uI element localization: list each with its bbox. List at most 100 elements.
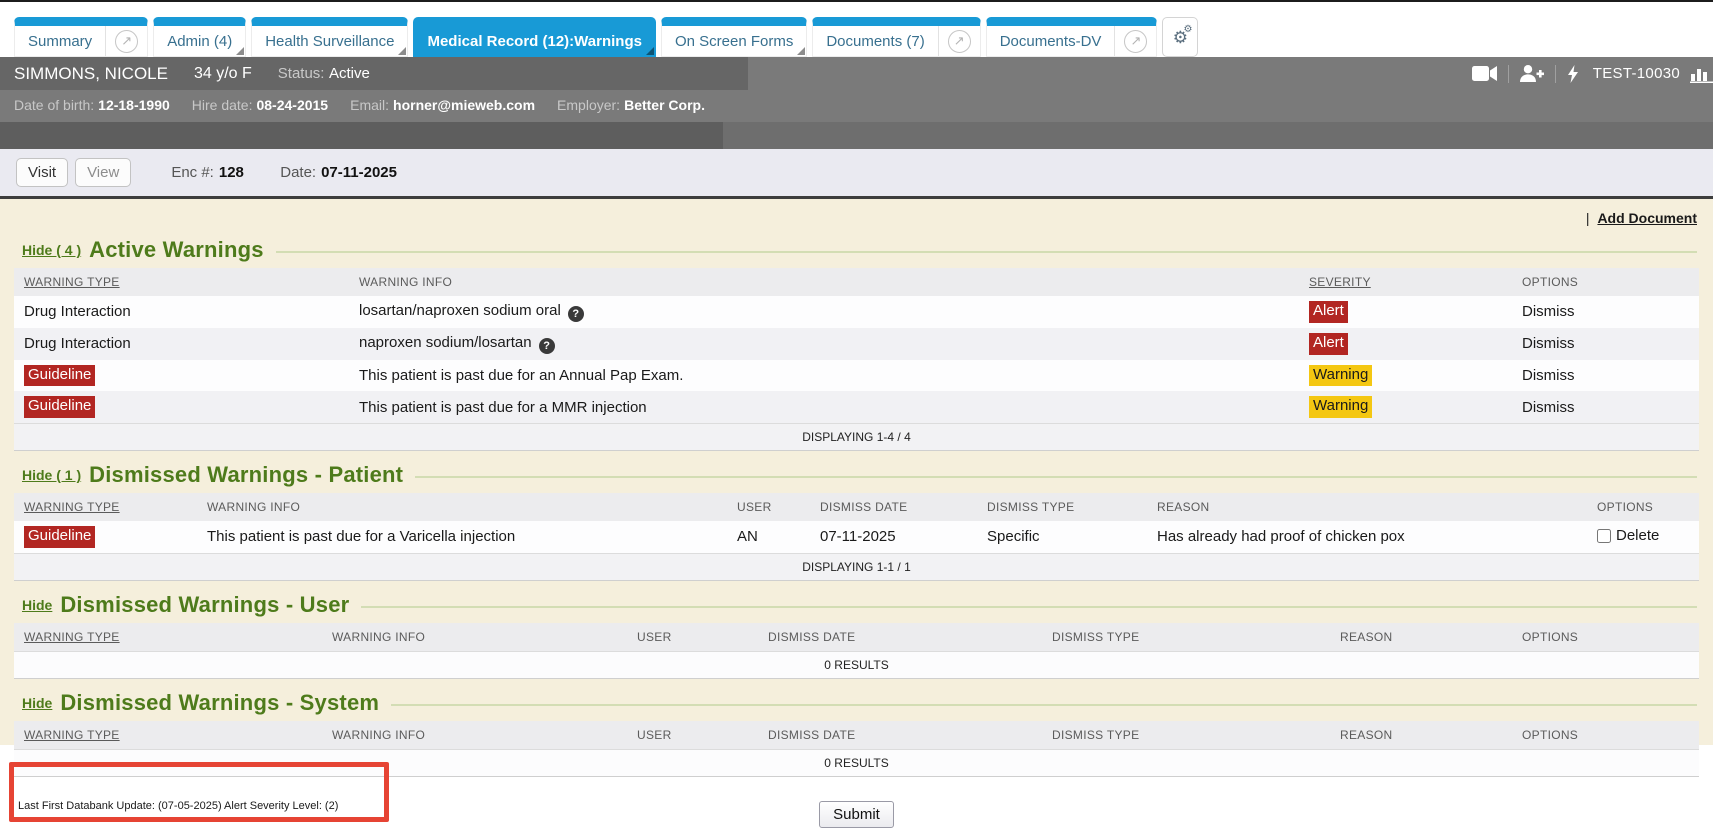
- dismiss-link[interactable]: Dismiss: [1522, 335, 1575, 352]
- dismiss-link[interactable]: Dismiss: [1522, 399, 1575, 416]
- hide-dismissed-user-link[interactable]: Hide: [22, 597, 52, 613]
- patient-header: SIMMONS, NICOLE 34 y/o F Status: Active: [0, 57, 1713, 149]
- tab-on-screen-forms[interactable]: On Screen Forms: [661, 17, 807, 57]
- table-row: Guideline This patient is past due for a…: [14, 360, 1699, 392]
- tab-popout[interactable]: ↗: [1114, 26, 1156, 56]
- col-options: OPTIONS: [1512, 721, 1699, 750]
- col-warning-info: WARNING INFO: [197, 493, 727, 521]
- hide-dismissed-system-link[interactable]: Hide: [22, 695, 52, 711]
- col-user: USER: [627, 721, 758, 750]
- field-value: horner@mieweb.com: [393, 97, 535, 113]
- submit-button[interactable]: Submit: [819, 801, 894, 828]
- section-title: Dismissed Warnings - System: [60, 690, 379, 716]
- table-header-row: WARNING TYPE WARNING INFO USER DISMISS D…: [14, 721, 1699, 750]
- table-header-row: WARNING TYPE WARNING INFO USER DISMISS D…: [14, 623, 1699, 652]
- video-camera-icon[interactable]: [1472, 66, 1497, 81]
- chart-id: TEST-10030: [1593, 65, 1680, 82]
- dismissed-user-table: WARNING TYPE WARNING INFO USER DISMISS D…: [14, 623, 1699, 679]
- paging-status: DISPLAYING 1-1 / 1: [14, 553, 1699, 580]
- col-user: USER: [627, 623, 758, 652]
- tab-settings-button[interactable]: ⚙ ⚙: [1162, 17, 1198, 57]
- tab-menu-fold-icon: [398, 47, 406, 55]
- help-icon[interactable]: ?: [539, 338, 555, 354]
- table-row: Drug Interaction naproxen sodium/losarta…: [14, 328, 1699, 360]
- popout-arrow-icon: ↗: [948, 30, 971, 53]
- delete-option: Delete: [1597, 527, 1659, 544]
- col-warning-info: WARNING INFO: [322, 721, 627, 750]
- add-document-link[interactable]: Add Document: [1597, 210, 1697, 226]
- col-warning-type[interactable]: WARNING TYPE: [14, 268, 349, 296]
- tab-label: Documents (7): [813, 26, 937, 56]
- section-title: Active Warnings: [89, 237, 264, 263]
- patient-header-row3-shade: [0, 122, 723, 149]
- dismissed-patient-header: Hide ( 1 ) Dismissed Warnings - Patient: [22, 462, 1699, 488]
- warning-type-badge: Guideline: [24, 396, 95, 418]
- field-label: Email:: [350, 97, 389, 113]
- dismiss-link[interactable]: Dismiss: [1522, 303, 1575, 320]
- warning-info: This patient is past due for a Varicella…: [197, 521, 727, 553]
- page: Summary ↗ Admin (4) Health Surveillance …: [0, 0, 1713, 829]
- add-person-icon[interactable]: [1520, 65, 1544, 82]
- tab-medical-record-warnings[interactable]: Medical Record (12):Warnings: [413, 17, 655, 57]
- tab-label: Health Surveillance: [252, 26, 407, 56]
- tab-popout[interactable]: ↗: [105, 26, 147, 56]
- field-value: 12-18-1990: [98, 97, 170, 113]
- chart-tab-bar: Summary ↗ Admin (4) Health Surveillance …: [0, 2, 1713, 57]
- col-dismiss-type: DISMISS TYPE: [977, 493, 1147, 521]
- dismiss-link[interactable]: Dismiss: [1522, 367, 1575, 384]
- col-warning-type[interactable]: WARNING TYPE: [14, 493, 197, 521]
- patient-name: SIMMONS, NICOLE: [14, 64, 168, 84]
- field-value: 08-24-2015: [256, 97, 328, 113]
- table-footer-row: DISPLAYING 1-4 / 4: [14, 424, 1699, 451]
- visit-button[interactable]: Visit: [16, 158, 68, 187]
- lightning-icon[interactable]: [1567, 65, 1579, 83]
- bar-chart-icon[interactable]: [1690, 65, 1713, 83]
- patient-toolbar: TEST-10030: [1472, 57, 1713, 90]
- encounter-number: Enc #:128 Date:07-11-2025: [171, 164, 397, 181]
- section-title: Dismissed Warnings - Patient: [89, 462, 403, 488]
- empty-results: 0 RESULTS: [14, 651, 1699, 678]
- help-icon[interactable]: ?: [568, 306, 584, 322]
- divider: [1508, 65, 1509, 83]
- field-value: Better Corp.: [624, 97, 705, 113]
- tab-menu-fold-icon: [236, 47, 244, 55]
- tab-summary[interactable]: Summary ↗: [14, 17, 148, 57]
- date-value: 07-11-2025: [321, 164, 397, 181]
- tab-label: Summary: [15, 26, 105, 56]
- tab-health-surveillance[interactable]: Health Surveillance: [251, 17, 408, 57]
- severity-badge: Warning: [1309, 396, 1372, 418]
- gear-small-icon: ⚙: [1183, 25, 1192, 35]
- tab-menu-fold-icon: [646, 47, 654, 55]
- warning-info: losartan/naproxen sodium oral: [359, 302, 561, 319]
- patient-demographics: Date of birth:12-18-1990 Hire date:08-24…: [0, 90, 1713, 122]
- hide-dismissed-patient-link[interactable]: Hide ( 1 ): [22, 467, 81, 483]
- col-warning-type[interactable]: WARNING TYPE: [14, 623, 322, 652]
- hide-active-warnings-link[interactable]: Hide ( 4 ): [22, 242, 81, 258]
- dismissed-patient-table: WARNING TYPE WARNING INFO USER DISMISS D…: [14, 493, 1699, 581]
- demographic-field: Date of birth:12-18-1990: [14, 97, 170, 115]
- status-value: Active: [329, 65, 370, 82]
- patient-header-row3: [0, 122, 1713, 149]
- view-button[interactable]: View: [75, 158, 131, 187]
- col-warning-info: WARNING INFO: [349, 268, 1299, 296]
- paging-status: DISPLAYING 1-4 / 4: [14, 424, 1699, 451]
- tab-documents[interactable]: Documents (7) ↗: [812, 17, 980, 57]
- table-row: Drug Interaction losartan/naproxen sodiu…: [14, 296, 1699, 328]
- demographic-field: Hire date:08-24-2015: [192, 97, 328, 115]
- tab-popout[interactable]: ↗: [938, 26, 980, 56]
- warning-type: Drug Interaction: [14, 296, 349, 328]
- enc-value: 128: [219, 164, 244, 181]
- tab-admin[interactable]: Admin (4): [153, 17, 246, 57]
- tab-label: Admin (4): [154, 26, 245, 56]
- col-warning-type[interactable]: WARNING TYPE: [14, 721, 322, 750]
- tab-documents-dv[interactable]: Documents-DV ↗: [986, 17, 1158, 57]
- table-header-row: WARNING TYPE WARNING INFO SEVERITY OPTIO…: [14, 268, 1699, 296]
- field-label: Employer:: [557, 97, 620, 113]
- popout-arrow-icon: ↗: [1124, 30, 1147, 53]
- col-severity[interactable]: SEVERITY: [1299, 268, 1512, 296]
- section-rule: [415, 476, 1697, 478]
- warning-type-badge: Guideline: [24, 365, 95, 387]
- delete-checkbox[interactable]: [1597, 529, 1611, 543]
- warning-type: Drug Interaction: [14, 328, 349, 360]
- col-options: OPTIONS: [1512, 268, 1699, 296]
